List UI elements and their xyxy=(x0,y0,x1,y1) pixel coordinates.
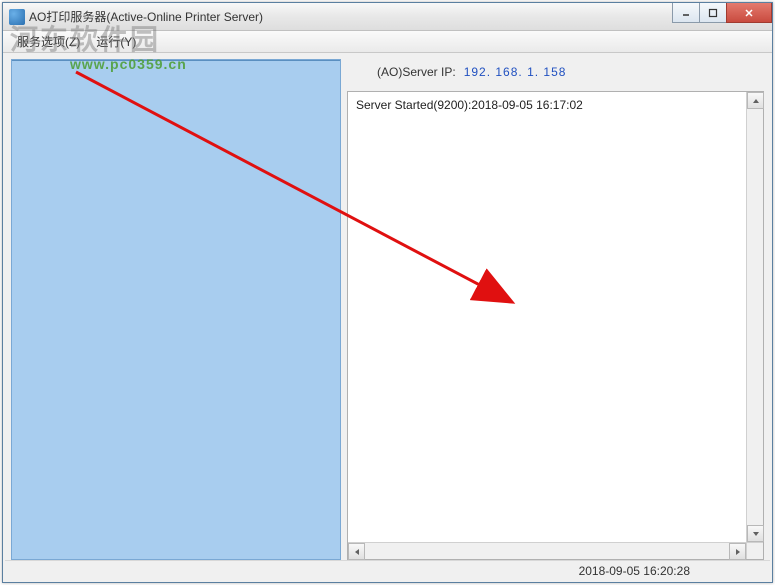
scroll-up-button[interactable] xyxy=(747,92,764,109)
window-title: AO打印服务器(Active-Online Printer Server) xyxy=(29,8,263,25)
close-button[interactable] xyxy=(726,3,772,23)
left-panel[interactable] xyxy=(11,59,341,560)
log-textarea[interactable]: Server Started(9200):2018-09-05 16:17:02 xyxy=(347,91,764,560)
menu-service-options[interactable]: 服务选项(Z) xyxy=(9,31,88,52)
scroll-corner xyxy=(746,542,763,559)
app-icon xyxy=(9,9,25,25)
maximize-button[interactable] xyxy=(699,3,727,23)
right-panel: (AO)Server IP: 192. 168. 1. 158 Server S… xyxy=(347,59,764,560)
menu-run[interactable]: 运行(Y) xyxy=(88,31,144,52)
server-ip-label: (AO)Server IP: xyxy=(377,65,456,79)
vertical-scrollbar[interactable] xyxy=(746,92,763,542)
content-area: (AO)Server IP: 192. 168. 1. 158 Server S… xyxy=(11,59,764,560)
statusbar: 2018-09-05 16:20:28 xyxy=(5,560,770,580)
menubar: 服务选项(Z) 运行(Y) xyxy=(3,31,772,53)
server-ip-value: 192. 168. 1. 158 xyxy=(464,65,567,79)
minimize-button[interactable] xyxy=(672,3,700,23)
scroll-right-button[interactable] xyxy=(729,543,746,560)
scroll-left-button[interactable] xyxy=(348,543,365,560)
scroll-down-button[interactable] xyxy=(747,525,764,542)
horizontal-scrollbar[interactable] xyxy=(348,542,746,559)
status-datetime: 2018-09-05 16:20:28 xyxy=(579,564,690,578)
titlebar[interactable]: AO打印服务器(Active-Online Printer Server) xyxy=(3,3,772,31)
app-window: AO打印服务器(Active-Online Printer Server) 服务… xyxy=(2,2,773,583)
server-ip-row: (AO)Server IP: 192. 168. 1. 158 xyxy=(347,59,764,85)
log-line: Server Started(9200):2018-09-05 16:17:02 xyxy=(356,98,755,112)
